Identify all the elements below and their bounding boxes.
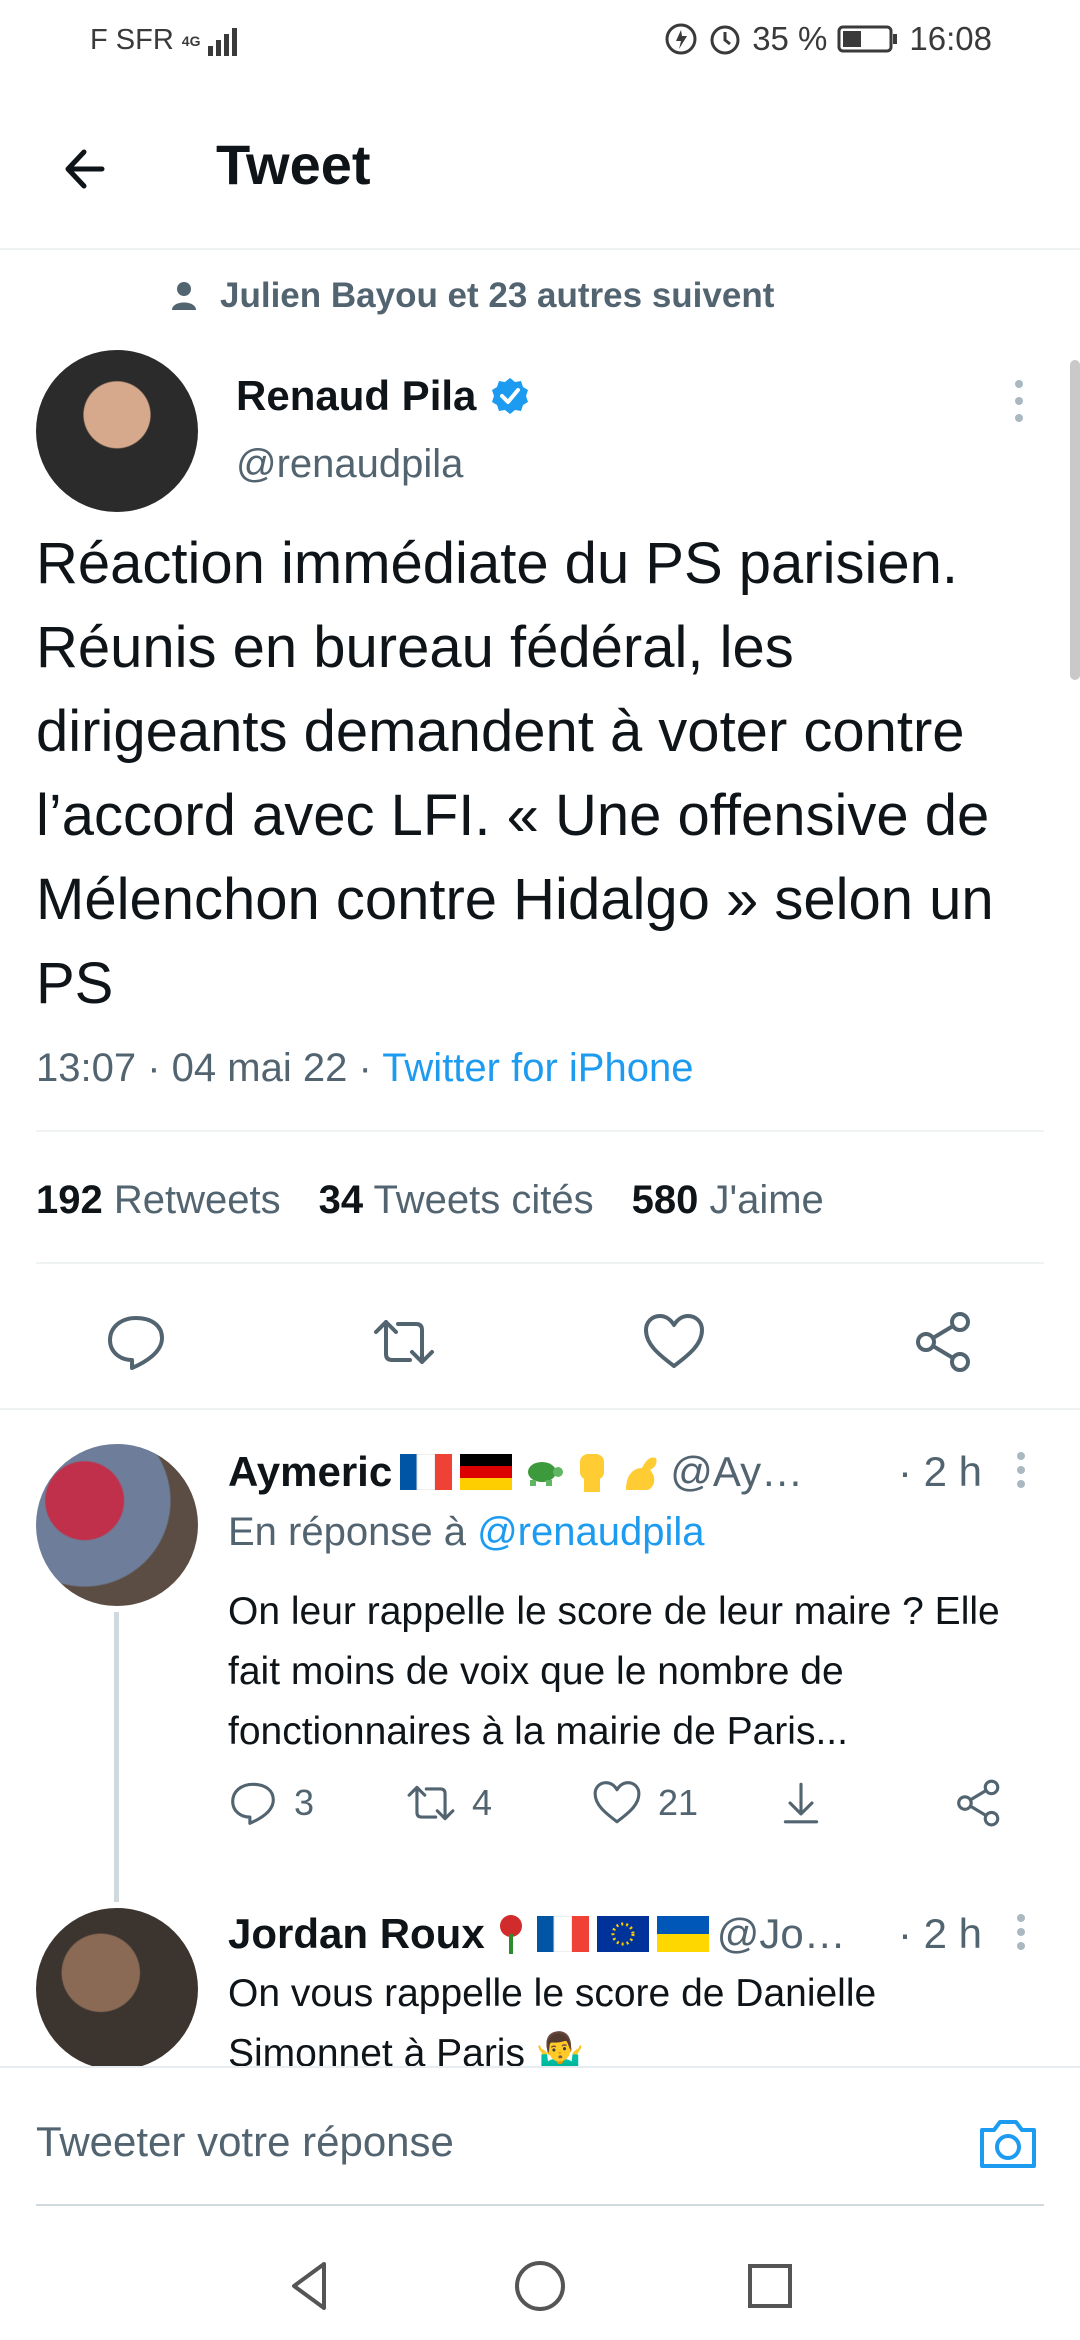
reply-avatar[interactable] xyxy=(36,1444,198,1606)
alarm-icon xyxy=(710,25,740,55)
eu-flag-icon xyxy=(596,1916,649,1952)
battery-icon xyxy=(837,25,898,53)
reply-to-prefix: En réponse à xyxy=(228,1510,466,1554)
tweet-source-link[interactable]: Twitter for iPhone xyxy=(382,1046,693,1090)
reply-time: · 2 h xyxy=(898,1448,983,1495)
person-icon xyxy=(172,282,196,310)
clock: 16:08 xyxy=(909,20,992,57)
more-options-icon[interactable] xyxy=(1010,1448,1032,1498)
verified-badge-icon xyxy=(492,378,529,414)
retweet-icon xyxy=(407,1785,455,1821)
signal-icon xyxy=(208,27,238,56)
divider xyxy=(36,1130,1044,1132)
reply-input-underline xyxy=(36,2204,1044,2206)
reply-avatar[interactable] xyxy=(36,1908,198,2070)
download-icon xyxy=(783,1782,819,1824)
camera-icon[interactable] xyxy=(976,2112,1040,2176)
reply-author-name: Aymeric xyxy=(228,1448,393,1495)
reply-retweet-action[interactable]: 4 xyxy=(406,1778,492,1828)
reply-to-handle-link[interactable]: @renaudpila xyxy=(477,1510,704,1554)
reply-composer: Tweeter votre réponse xyxy=(0,2066,1080,2226)
reply-retweets-count: 4 xyxy=(472,1782,493,1823)
rose-emoji-icon xyxy=(499,1915,522,1954)
nav-back-icon[interactable] xyxy=(280,2256,340,2316)
more-options-icon[interactable] xyxy=(1004,376,1034,426)
back-arrow-icon[interactable] xyxy=(50,134,120,204)
reply-input[interactable]: Tweeter votre réponse xyxy=(36,2118,454,2166)
tweet-time: 13:07 xyxy=(36,1046,137,1090)
reply-time: · 2 h xyxy=(898,1910,983,1957)
nav-recents-icon[interactable] xyxy=(740,2256,800,2316)
tweet-actions xyxy=(0,1300,1080,1380)
status-bar: F SFR 4G 35 % 16:08 xyxy=(0,0,1080,80)
likes-stat[interactable]: 580 J'aime xyxy=(632,1178,824,1223)
author-name-row[interactable]: Renaud Pila xyxy=(236,372,530,420)
reply-to: En réponse à @renaudpila xyxy=(228,1510,705,1555)
reply-author-handle: @Jo… xyxy=(716,1910,846,1957)
germany-flag-icon xyxy=(460,1454,513,1490)
quotes-stat[interactable]: 34 Tweets cités xyxy=(319,1178,594,1223)
author-name: Renaud Pila xyxy=(236,372,477,419)
retweets-label: Retweets xyxy=(113,1178,281,1222)
flexed-biceps-emoji-icon xyxy=(626,1457,657,1490)
quotes-count: 34 xyxy=(318,1178,364,1222)
divider xyxy=(0,1408,1080,1410)
raised-fist-emoji-icon xyxy=(580,1454,605,1492)
scrollbar[interactable] xyxy=(1070,360,1080,680)
retweet-icon[interactable] xyxy=(372,1310,436,1374)
france-flag-icon xyxy=(400,1454,453,1490)
reply-icon xyxy=(231,1782,275,1825)
reply-author-name: Jordan Roux xyxy=(228,1910,485,1957)
retweets-stat[interactable]: 192 Retweets xyxy=(36,1178,281,1223)
divider xyxy=(36,1262,1044,1264)
reply-replies-count: 3 xyxy=(294,1782,315,1823)
reply-likes-count: 21 xyxy=(658,1782,699,1823)
social-context-text: Julien Bayou et 23 autres suivent xyxy=(220,276,775,315)
meta-separator: · xyxy=(147,1046,172,1090)
carrier-label: F SFR xyxy=(90,24,174,56)
tweet-date: 04 mai 22 xyxy=(171,1046,348,1090)
author-avatar[interactable] xyxy=(36,350,198,512)
status-right: 35 % 16:08 xyxy=(664,20,992,58)
page-title: Tweet xyxy=(216,133,371,196)
reply-author-handle: @Ay… xyxy=(670,1448,804,1495)
likes-label: J'aime xyxy=(709,1178,824,1222)
like-heart-icon[interactable] xyxy=(642,1310,706,1374)
social-context[interactable]: Julien Bayou et 23 autres suivent xyxy=(170,276,774,316)
likes-count: 580 xyxy=(631,1178,699,1222)
tweet-text: Réaction immédiate du PS parisien. Réuni… xyxy=(36,531,994,1016)
data-saver-icon xyxy=(665,23,697,55)
status-left: F SFR 4G xyxy=(90,24,244,57)
tweet-meta: 13:07 · 04 mai 22 · Twitter for iPhone xyxy=(36,1046,693,1091)
share-icon[interactable] xyxy=(912,1310,976,1374)
reply-download-action[interactable] xyxy=(776,1778,826,1828)
reply-header[interactable]: Aymeric @Ay… xyxy=(228,1448,803,1496)
quotes-label: Tweets cités xyxy=(373,1178,594,1222)
retweets-count: 192 xyxy=(36,1178,103,1222)
ukraine-flag-icon xyxy=(656,1916,709,1952)
meta-separator: · xyxy=(358,1046,383,1090)
reply-reply-action[interactable]: 3 xyxy=(228,1778,314,1828)
network-label: 4G xyxy=(181,32,201,49)
tweet-stats: 192 Retweets 34 Tweets cités 580 J'aime xyxy=(36,1178,824,1223)
france-flag-icon xyxy=(536,1916,589,1952)
reply-header[interactable]: Jordan Roux @Jo… xyxy=(228,1910,846,1958)
share-icon xyxy=(957,1779,1000,1827)
battery-percent: 35 % xyxy=(752,20,828,57)
like-heart-icon xyxy=(593,1781,641,1824)
reply-like-action[interactable]: 21 xyxy=(592,1778,698,1828)
reply-text: On leur rappelle le score de leur maire … xyxy=(228,1590,1000,1753)
reply-actions: 3 4 21 xyxy=(228,1778,1048,1838)
top-bar: Tweet xyxy=(0,80,1080,250)
turtle-emoji-icon xyxy=(528,1462,564,1486)
reply-share-action[interactable] xyxy=(954,1778,1004,1828)
author-handle[interactable]: @renaudpila xyxy=(236,442,463,487)
system-nav-bar xyxy=(0,2226,1080,2340)
reply-icon[interactable] xyxy=(104,1310,168,1374)
thread-line xyxy=(114,1612,119,1902)
nav-home-icon[interactable] xyxy=(510,2256,570,2316)
more-options-icon[interactable] xyxy=(1010,1910,1032,1960)
